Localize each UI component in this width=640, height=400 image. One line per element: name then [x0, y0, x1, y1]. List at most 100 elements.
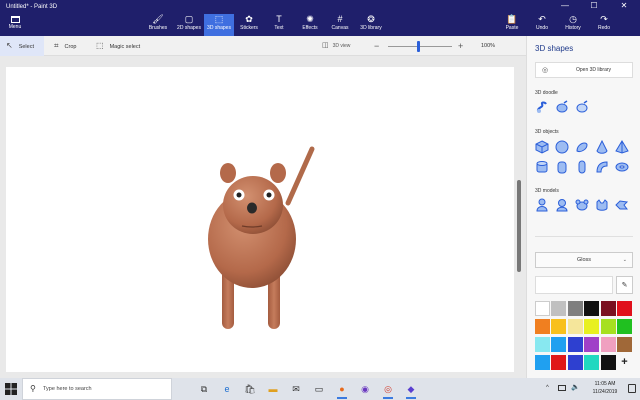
soft-edge-doodle-icon[interactable]	[555, 100, 569, 114]
paint3d-icon[interactable]: ◆	[403, 381, 419, 399]
color-swatch[interactable]	[600, 355, 616, 370]
donut-icon[interactable]	[595, 160, 609, 174]
menu-button[interactable]: Menu	[4, 16, 26, 34]
pyramid-icon[interactable]	[615, 140, 629, 154]
sharp-edge-doodle-icon[interactable]	[535, 100, 549, 114]
store-icon[interactable]: 🛍	[242, 381, 258, 397]
2d-shapes-icon: ▢	[184, 14, 194, 24]
battery-icon[interactable]	[558, 385, 566, 391]
color-swatch[interactable]	[584, 337, 600, 352]
task-view-icon[interactable]: ⧉	[196, 381, 212, 397]
color-swatch[interactable]	[584, 355, 600, 370]
stickers-tool[interactable]: ✿ Stickers	[234, 14, 264, 36]
color-swatch[interactable]	[584, 301, 600, 316]
volume-icon[interactable]: 🔈	[571, 383, 580, 391]
cube-icon[interactable]	[535, 140, 549, 154]
color-swatch[interactable]	[567, 337, 583, 352]
cone-icon[interactable]	[595, 140, 609, 154]
dog-nose	[247, 202, 257, 214]
zoom-slider[interactable]	[388, 41, 452, 52]
drawing-canvas[interactable]	[6, 67, 514, 372]
notification-icon[interactable]	[628, 384, 636, 393]
3d-shapes-tool[interactable]: ⬚ 3D shapes	[204, 14, 234, 36]
torus-icon[interactable]	[615, 160, 629, 174]
color-swatch[interactable]	[551, 319, 567, 334]
brushes-tool[interactable]: 🖌 Brushes	[143, 14, 173, 36]
undo-button[interactable]: ↶ Undo	[530, 14, 554, 36]
firefox-icon[interactable]: ●	[334, 381, 350, 399]
sphere-icon[interactable]	[555, 140, 569, 154]
hemisphere-icon[interactable]	[575, 140, 589, 154]
canvas-tool[interactable]: # Canvas	[325, 14, 355, 36]
3d-view-toggle[interactable]: ◫ 3D view	[322, 36, 350, 56]
cylinder-icon[interactable]	[535, 160, 549, 174]
tray-overflow-icon[interactable]: ^	[546, 385, 549, 391]
text-tool[interactable]: T Text	[264, 14, 294, 36]
magic-select-button[interactable]: ⬚ Magic select	[90, 36, 152, 56]
color-swatch[interactable]	[617, 301, 632, 316]
paste-button[interactable]: 📋 Paste	[500, 14, 524, 36]
dog-model-icon[interactable]	[575, 198, 589, 212]
capsule-icon[interactable]	[575, 160, 589, 174]
color-swatch[interactable]	[617, 337, 632, 352]
fish-model-icon[interactable]	[615, 198, 629, 212]
color-swatch[interactable]	[551, 355, 567, 370]
media-player-icon[interactable]: ◉	[357, 381, 373, 397]
cat-model-icon[interactable]	[595, 198, 609, 212]
chrome-icon[interactable]: ◎	[380, 381, 396, 399]
tube-doodle-icon[interactable]	[575, 100, 589, 114]
mail-icon[interactable]: ✉	[288, 381, 304, 397]
maximize-button[interactable]: ☐	[580, 0, 608, 12]
paintbrush-icon: 🖌	[152, 14, 164, 24]
side-panel: 3D shapes ◎ Open 3D library 3D doodle 3D…	[526, 36, 640, 378]
color-swatch[interactable]	[535, 301, 550, 316]
color-swatch[interactable]	[535, 355, 550, 370]
color-swatch[interactable]	[567, 355, 583, 370]
zoom-slider-thumb[interactable]	[417, 41, 421, 52]
terminal-icon[interactable]: ▭	[311, 381, 327, 397]
dog-tail	[285, 146, 315, 206]
zoom-in-button[interactable]: +	[458, 36, 463, 56]
eyedropper-button[interactable]: ✎	[616, 276, 633, 294]
color-swatch[interactable]	[600, 337, 616, 352]
effects-tool[interactable]: ✺ Effects	[295, 14, 325, 36]
material-dropdown[interactable]: Gloss ⌄	[535, 252, 633, 268]
dog-model-drawing[interactable]	[6, 67, 514, 372]
workspace	[0, 56, 526, 381]
color-value-field[interactable]	[535, 276, 613, 294]
color-swatch[interactable]	[535, 337, 550, 352]
color-swatch[interactable]	[617, 319, 632, 334]
color-swatch[interactable]	[567, 301, 583, 316]
man-model-icon[interactable]	[535, 198, 549, 212]
color-swatch[interactable]	[535, 319, 550, 334]
redo-label: Redo	[598, 25, 610, 31]
2d-shapes-tool[interactable]: ▢ 2D shapes	[174, 14, 204, 36]
woman-model-icon[interactable]	[555, 198, 569, 212]
taskbar-search-box[interactable]: ⚲ Type here to search	[22, 378, 172, 400]
magic-select-icon: ⬚	[96, 41, 104, 50]
vertical-scrollbar[interactable]	[517, 180, 521, 272]
windows-start-icon[interactable]	[4, 382, 18, 396]
edge-icon[interactable]: e	[219, 381, 235, 397]
select-button[interactable]: ↖ Select	[0, 36, 44, 56]
redo-button[interactable]: ↷ Redo	[592, 14, 616, 36]
color-swatch[interactable]	[600, 319, 616, 334]
3d-doodle-heading: 3D doodle	[535, 90, 558, 96]
color-swatch[interactable]	[600, 301, 616, 316]
file-explorer-icon[interactable]: ▬	[265, 381, 281, 397]
color-swatch[interactable]	[567, 319, 583, 334]
close-button[interactable]: ✕	[610, 0, 638, 12]
color-swatch[interactable]	[584, 319, 600, 334]
zoom-out-button[interactable]: −	[374, 36, 379, 56]
color-swatch[interactable]	[551, 301, 567, 316]
add-color-button[interactable]: +	[617, 355, 632, 369]
minimize-button[interactable]: —	[551, 0, 579, 12]
open-3d-library-button[interactable]: ◎ Open 3D library	[535, 62, 633, 78]
history-button[interactable]: ◷ History	[561, 14, 585, 36]
taskbar-clock[interactable]: 11:05 AM 11/24/2019	[584, 380, 626, 396]
tube-icon[interactable]	[555, 160, 569, 174]
color-swatch[interactable]	[551, 337, 567, 352]
crop-button[interactable]: ⌗ Crop	[48, 36, 88, 56]
chevron-down-icon: ⌄	[622, 257, 627, 263]
3d-library-tool[interactable]: ❂ 3D library	[356, 14, 386, 36]
